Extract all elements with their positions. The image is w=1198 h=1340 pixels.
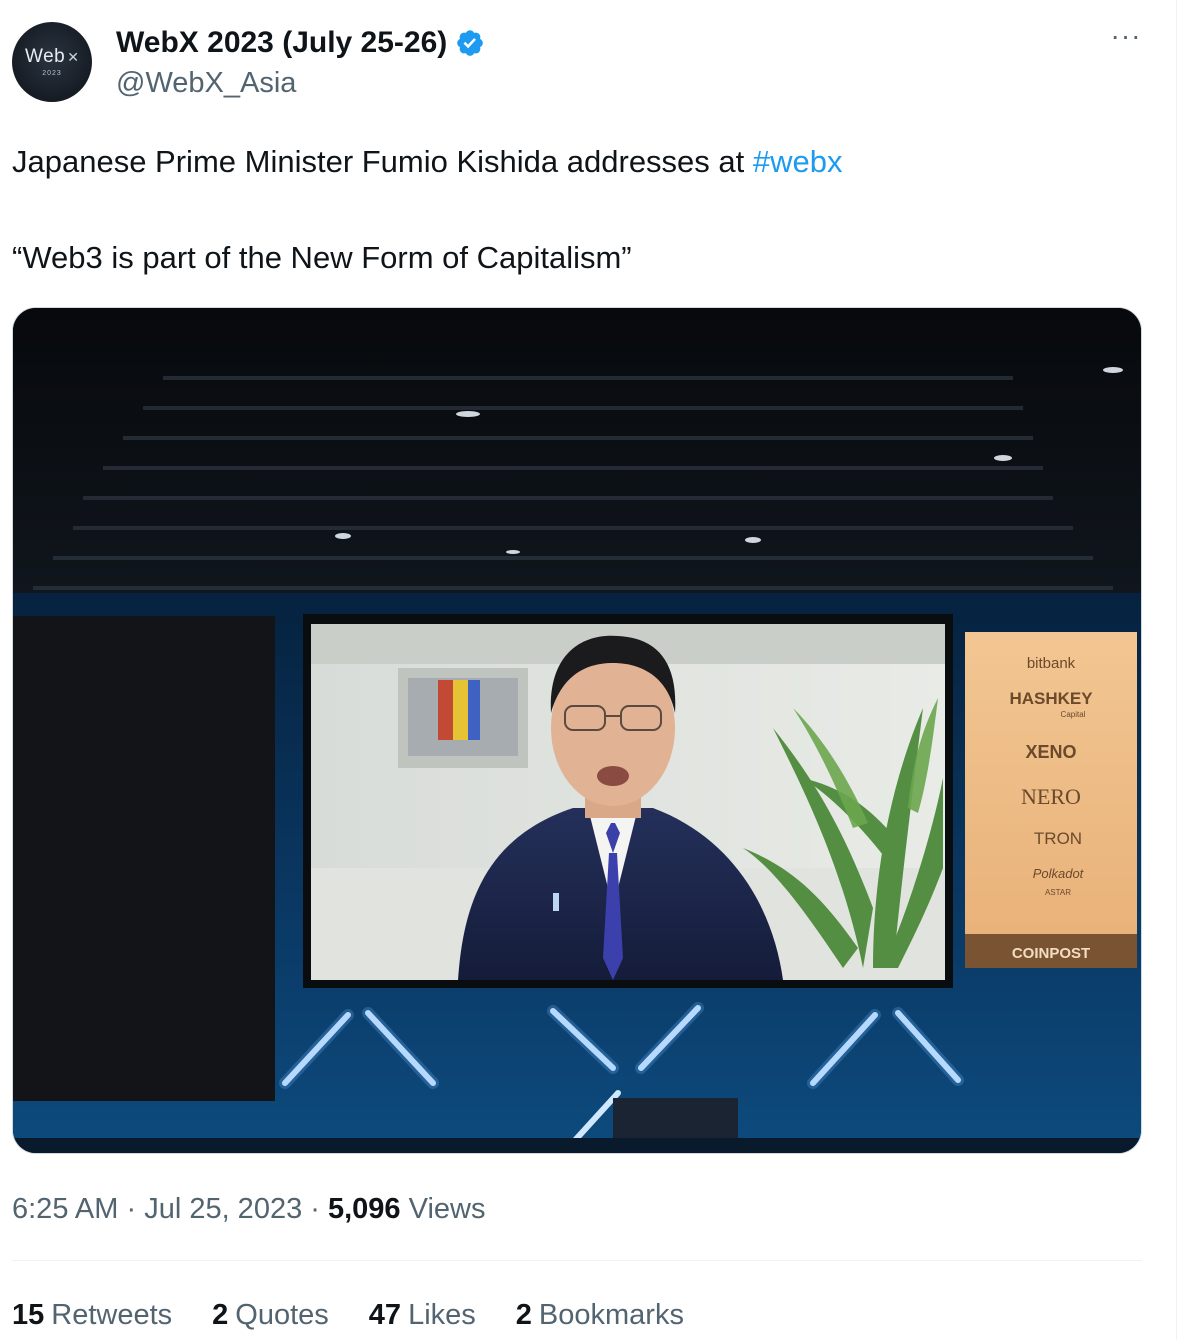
- more-options-icon[interactable]: ···: [1106, 20, 1146, 62]
- tweet-text: Japanese Prime Minister Fumio Kishida ad…: [12, 144, 843, 179]
- divider: [12, 1260, 1142, 1261]
- banner-sponsor-polkadot: Polkadot: [1033, 866, 1085, 881]
- views-label: Views: [400, 1193, 486, 1225]
- bookmarks-stat[interactable]: 2 Bookmarks: [516, 1296, 684, 1334]
- event-stage-photo: bitbank HASHKEY Capital XENO NERO TRON P…: [13, 308, 1141, 1153]
- banner-sponsor-coinpost: COINPOST: [1012, 945, 1090, 962]
- banner-sponsor-hashkey: HASHKEY: [1009, 689, 1093, 708]
- quotes-stat[interactable]: 2 Quotes: [212, 1296, 329, 1334]
- author-name-row[interactable]: WebX 2023 (July 25-26): [116, 24, 485, 62]
- banner-sponsor-xeno: XENO: [1025, 742, 1076, 762]
- tweet-photo[interactable]: bitbank HASHKEY Capital XENO NERO TRON P…: [12, 307, 1142, 1154]
- tweet-time[interactable]: 6:25 AM: [12, 1193, 118, 1225]
- tweet-timestamp-views: 6:25 AM · Jul 25, 2023 · 5,096 Views: [12, 1193, 486, 1225]
- column-border: [1176, 0, 1177, 1340]
- tweet-date[interactable]: Jul 25, 2023: [144, 1193, 302, 1225]
- banner-sponsor-astar: ASTAR: [1045, 888, 1071, 897]
- engagement-stats: 15 Retweets 2 Quotes 47 Likes 2 Bookmarks: [12, 1296, 684, 1334]
- banner-sponsor-capital: Capital: [1061, 710, 1086, 719]
- hashtag-link[interactable]: #webx: [753, 144, 843, 179]
- views-count: 5,096: [327, 1193, 401, 1225]
- verified-badge-icon[interactable]: [455, 28, 485, 58]
- retweets-stat[interactable]: 15 Retweets: [12, 1296, 172, 1334]
- avatar-logo: Web ✕: [25, 46, 79, 67]
- avatar[interactable]: Web ✕ 2023: [12, 22, 92, 102]
- author-handle[interactable]: @WebX_Asia: [116, 64, 296, 102]
- likes-stat[interactable]: 47 Likes: [369, 1296, 476, 1334]
- tweet-quote-text: “Web3 is part of the New Form of Capital…: [12, 240, 632, 275]
- banner-sponsor-nero: NERO: [1021, 784, 1081, 809]
- banner-sponsor-bitbank: bitbank: [1027, 655, 1076, 672]
- banner-sponsor-tron: TRON: [1034, 829, 1082, 848]
- display-name[interactable]: WebX 2023 (July 25-26): [116, 24, 447, 62]
- avatar-logo-year: 2023: [42, 70, 62, 77]
